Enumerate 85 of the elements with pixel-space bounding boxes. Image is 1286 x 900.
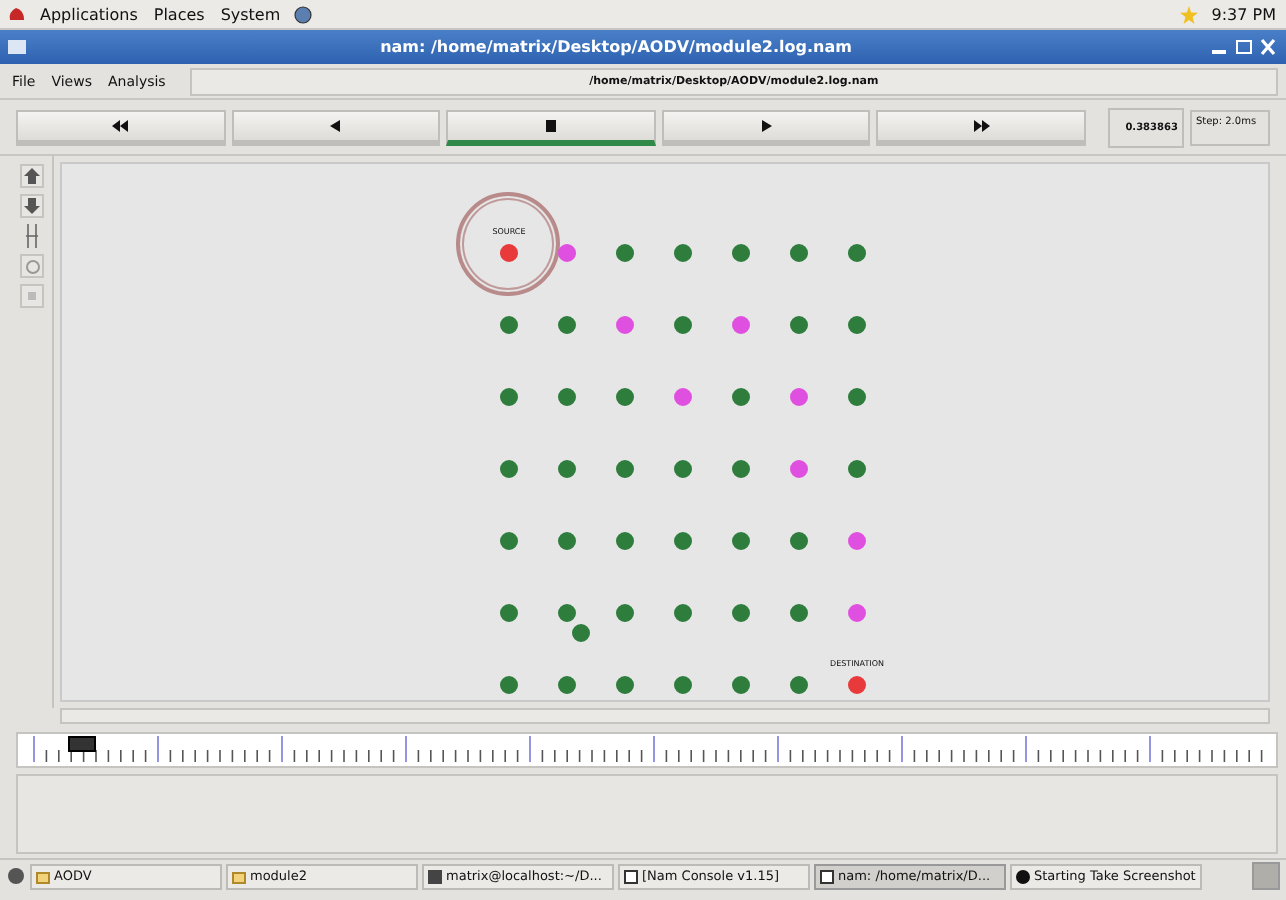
folder-icon <box>36 869 50 883</box>
camera-icon <box>1016 869 1030 883</box>
window-icon <box>820 869 834 883</box>
clock: 9:37 PM <box>1209 5 1278 23</box>
panel-menu[interactable]: Places <box>151 5 207 23</box>
node[interactable] <box>732 315 750 333</box>
close-icon[interactable] <box>1258 38 1278 56</box>
node[interactable] <box>732 243 750 261</box>
node[interactable] <box>500 603 518 621</box>
terminal-icon <box>428 869 442 883</box>
node[interactable] <box>790 387 808 405</box>
maximize-icon[interactable] <box>1234 38 1254 56</box>
zoom-in-button[interactable] <box>20 164 44 188</box>
node[interactable] <box>558 603 576 621</box>
node[interactable] <box>616 603 634 621</box>
node[interactable] <box>790 531 808 549</box>
node[interactable] <box>616 315 634 333</box>
node[interactable] <box>500 315 518 333</box>
node[interactable] <box>790 315 808 333</box>
globe-icon <box>294 5 313 23</box>
window-icon <box>624 869 638 883</box>
node[interactable] <box>674 531 692 549</box>
folder-icon <box>232 869 246 883</box>
node[interactable] <box>848 243 866 261</box>
show-desktop-icon[interactable] <box>6 866 26 886</box>
node[interactable] <box>500 459 518 477</box>
node[interactable] <box>558 315 576 333</box>
node[interactable] <box>674 459 692 477</box>
node[interactable] <box>558 387 576 405</box>
up-arrow-icon <box>24 168 40 184</box>
node[interactable] <box>572 624 590 642</box>
node[interactable] <box>848 315 866 333</box>
node[interactable] <box>674 675 692 693</box>
node[interactable] <box>732 675 750 693</box>
node[interactable] <box>848 531 866 549</box>
node[interactable] <box>500 387 518 405</box>
fast-forward-icon <box>973 119 990 131</box>
play-icon <box>761 119 772 131</box>
horizontal-scrollbar[interactable] <box>60 708 1270 724</box>
timeline-thumb[interactable] <box>68 736 96 752</box>
circle-button[interactable] <box>20 254 44 278</box>
stop-icon <box>545 119 556 131</box>
node[interactable] <box>558 243 576 261</box>
window-title: nam: /home/matrix/Desktop/AODV/module2.log.nam <box>378 38 854 56</box>
node[interactable] <box>616 531 634 549</box>
back-icon <box>330 119 341 131</box>
node[interactable] <box>558 459 576 477</box>
panel-menu[interactable]: Applications <box>38 5 140 23</box>
slider-icon[interactable] <box>26 224 38 248</box>
timeline-track[interactable] <box>16 732 1278 768</box>
star-icon <box>1179 5 1198 23</box>
node[interactable] <box>558 531 576 549</box>
node[interactable] <box>674 603 692 621</box>
node[interactable] <box>674 387 692 405</box>
node[interactable] <box>500 675 518 693</box>
node[interactable] <box>848 603 866 621</box>
node[interactable] <box>616 675 634 693</box>
playback-button[interactable] <box>446 109 656 145</box>
node[interactable] <box>790 675 808 693</box>
square-icon <box>28 292 36 300</box>
node[interactable] <box>616 387 634 405</box>
node[interactable] <box>848 387 866 405</box>
node[interactable] <box>616 243 634 261</box>
node[interactable] <box>732 531 750 549</box>
node[interactable] <box>674 243 692 261</box>
node[interactable] <box>616 459 634 477</box>
circle-icon <box>25 259 39 273</box>
hat-icon <box>8 6 26 22</box>
node[interactable] <box>674 315 692 333</box>
node[interactable] <box>790 459 808 477</box>
node[interactable] <box>790 603 808 621</box>
rewind-icon <box>112 119 129 131</box>
node[interactable] <box>500 531 518 549</box>
node[interactable] <box>732 387 750 405</box>
panel-menu[interactable]: System <box>218 5 283 23</box>
node[interactable] <box>790 243 808 261</box>
node[interactable] <box>558 675 576 693</box>
node[interactable] <box>848 675 866 693</box>
zoom-out-button[interactable] <box>20 194 44 218</box>
workspace-switcher[interactable] <box>1252 862 1280 890</box>
node[interactable] <box>848 459 866 477</box>
node[interactable] <box>500 243 518 261</box>
node[interactable] <box>732 459 750 477</box>
down-arrow-icon <box>24 198 40 214</box>
node[interactable] <box>732 603 750 621</box>
